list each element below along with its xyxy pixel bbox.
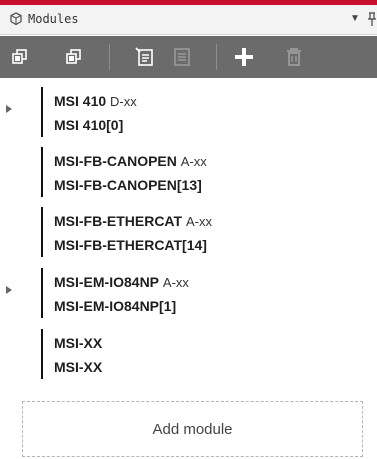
module-item[interactable]: MSI-FB-ETHERCAT A-xx MSI-FB-ETHERCAT[14]	[0, 204, 377, 260]
module-toolbar	[0, 36, 377, 78]
module-name: MSI 410	[54, 93, 107, 109]
module-version: A-xx	[180, 154, 207, 169]
module-instance: MSI-EM-IO84NP[1]	[54, 298, 177, 314]
expand-arrow-icon[interactable]	[6, 105, 12, 113]
module-name: MSI-FB-CANOPEN	[54, 153, 177, 169]
module-title: MSI-XX	[54, 335, 102, 351]
collapse-all-icon[interactable]	[8, 45, 32, 69]
module-version: A-xx	[162, 275, 189, 290]
module-name: MSI-EM-IO84NP	[54, 274, 160, 290]
module-item[interactable]: MSI 410 D-xx MSI 410[0]	[0, 84, 377, 140]
module-item[interactable]: MSI-EM-IO84NP A-xx MSI-EM-IO84NP[1]	[0, 265, 377, 321]
module-settings-icon	[170, 45, 194, 69]
module-instance: MSI-FB-CANOPEN[13]	[54, 177, 202, 193]
add-icon[interactable]	[232, 45, 256, 69]
toolbar-separator	[109, 44, 110, 70]
module-instance: MSI 410[0]	[54, 117, 124, 133]
module-item[interactable]: MSI-FB-CANOPEN A-xx MSI-FB-CANOPEN[13]	[0, 144, 377, 200]
panel-header: Modules ▼	[0, 5, 377, 35]
module-item[interactable]: MSI-XX MSI-XX	[0, 326, 377, 382]
module-bar	[41, 268, 43, 318]
pin-icon[interactable]	[367, 11, 377, 27]
module-instance: MSI-XX	[54, 359, 103, 375]
add-module-button[interactable]: Add module	[22, 401, 363, 457]
module-bar	[41, 329, 43, 379]
panel-title: Modules	[28, 12, 79, 26]
module-name: MSI-FB-ETHERCAT	[54, 213, 183, 229]
modules-icon	[9, 12, 23, 26]
module-bar	[41, 87, 43, 137]
module-name: MSI-XX	[54, 335, 103, 351]
module-version: D-xx	[110, 94, 137, 109]
edit-module-icon[interactable]	[133, 45, 157, 69]
module-instance: MSI-FB-ETHERCAT[14]	[54, 237, 207, 253]
delete-icon	[282, 45, 306, 69]
module-title: MSI-EM-IO84NP A-xx	[54, 274, 189, 290]
module-bar	[41, 207, 43, 257]
module-title: MSI 410 D-xx	[54, 93, 137, 109]
module-title: MSI-FB-ETHERCAT A-xx	[54, 213, 212, 229]
module-bar	[41, 147, 43, 197]
expand-all-icon[interactable]	[62, 45, 86, 69]
toolbar-separator	[216, 44, 217, 70]
module-title: MSI-FB-CANOPEN A-xx	[54, 153, 207, 169]
chevron-down-icon[interactable]: ▼	[350, 13, 360, 24]
expand-arrow-icon[interactable]	[6, 286, 12, 294]
module-version: A-xx	[185, 214, 212, 229]
